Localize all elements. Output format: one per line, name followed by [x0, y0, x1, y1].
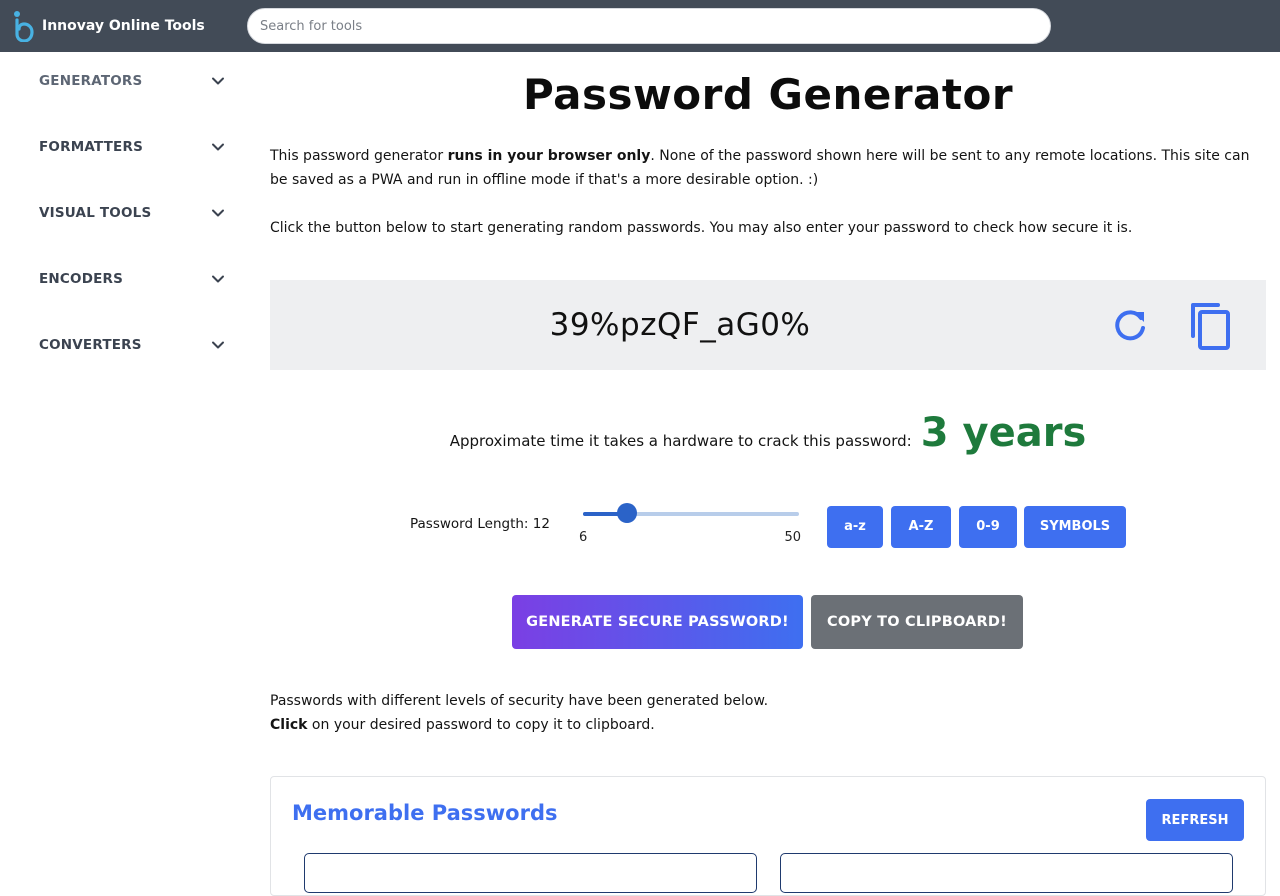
app-name: Innovay Online Tools	[42, 18, 205, 34]
sidebar-item-formatters[interactable]: FORMATTERS	[39, 132, 229, 162]
sidebar-item-label: CONVERTERS	[39, 337, 142, 353]
chevron-down-icon	[212, 77, 224, 85]
sidebar-item-label: VISUAL TOOLS	[39, 205, 152, 221]
copy-icon[interactable]	[1188, 302, 1234, 352]
sidebar-item-encoders[interactable]: ENCODERS	[39, 264, 229, 294]
sidebar: GENERATORS FORMATTERS VISUAL TOOLS ENCOD…	[0, 52, 250, 855]
memorable-passwords-title: Memorable Passwords	[292, 801, 558, 825]
toggle-uppercase[interactable]: A-Z	[891, 506, 951, 548]
memorable-refresh-button[interactable]: REFRESH	[1146, 799, 1244, 841]
top-bar: Innovay Online Tools	[0, 0, 1280, 52]
crack-time-label: Approximate time it takes a hardware to …	[449, 432, 912, 450]
chevron-down-icon	[212, 275, 224, 283]
click-hint-bold: Click	[270, 717, 308, 733]
sidebar-item-converters[interactable]: CONVERTERS	[39, 330, 229, 360]
crack-time-value: 3 years	[920, 410, 1087, 456]
memorable-password-box[interactable]	[780, 853, 1233, 893]
password-length-slider[interactable]: 6 50	[579, 501, 801, 545]
chevron-down-icon	[212, 209, 224, 217]
sidebar-item-label: ENCODERS	[39, 271, 124, 287]
copy-to-clipboard-button[interactable]: COPY TO CLIPBOARD!	[811, 595, 1023, 649]
click-hint-suffix: on your desired password to copy it to c…	[307, 717, 655, 733]
search-input[interactable]	[247, 8, 1051, 44]
password-length-label: Password Length: 12	[410, 516, 550, 532]
sidebar-item-label: GENERATORS	[39, 73, 143, 89]
slider-thumb[interactable]	[617, 503, 637, 523]
chevron-down-icon	[212, 143, 224, 151]
refresh-icon[interactable]	[1110, 305, 1150, 345]
memorable-passwords-card: Memorable Passwords REFRESH	[270, 776, 1266, 896]
sidebar-item-visual-tools[interactable]: VISUAL TOOLS	[39, 198, 229, 228]
toggle-symbols[interactable]: SYMBOLS	[1024, 506, 1126, 548]
brand[interactable]: Innovay Online Tools	[12, 10, 205, 42]
page-title: Password Generator	[522, 70, 1014, 119]
toggle-lowercase[interactable]: a-z	[827, 506, 883, 548]
chevron-down-icon	[212, 341, 224, 349]
crack-time-row: Approximate time it takes a hardware to …	[270, 410, 1266, 456]
toggle-numbers[interactable]: 0-9	[959, 506, 1017, 548]
sidebar-item-generators[interactable]: GENERATORS	[39, 66, 229, 96]
password-panel: 39%pzQF_aG0%	[270, 280, 1266, 370]
levels-text: Passwords with different levels of secur…	[270, 693, 769, 709]
memorable-password-box[interactable]	[304, 853, 757, 893]
sidebar-item-label: FORMATTERS	[39, 139, 143, 155]
intro-text-prefix: This password generator	[270, 148, 448, 164]
generate-password-button[interactable]: GENERATE SECURE PASSWORD!	[512, 595, 803, 649]
intro-text: This password generator runs in your bro…	[270, 144, 1266, 192]
password-display[interactable]: 39%pzQF_aG0%	[420, 280, 940, 370]
intro-text-bold: runs in your browser only	[447, 148, 651, 164]
slider-max-label: 50	[784, 530, 801, 545]
slider-min-label: 6	[579, 530, 588, 545]
logo-icon	[14, 11, 34, 42]
instructions-text: Click the button below to start generati…	[270, 220, 1133, 236]
main-content: Password Generator This password generat…	[270, 52, 1266, 896]
click-hint-text: Click on your desired password to copy i…	[270, 713, 1266, 737]
